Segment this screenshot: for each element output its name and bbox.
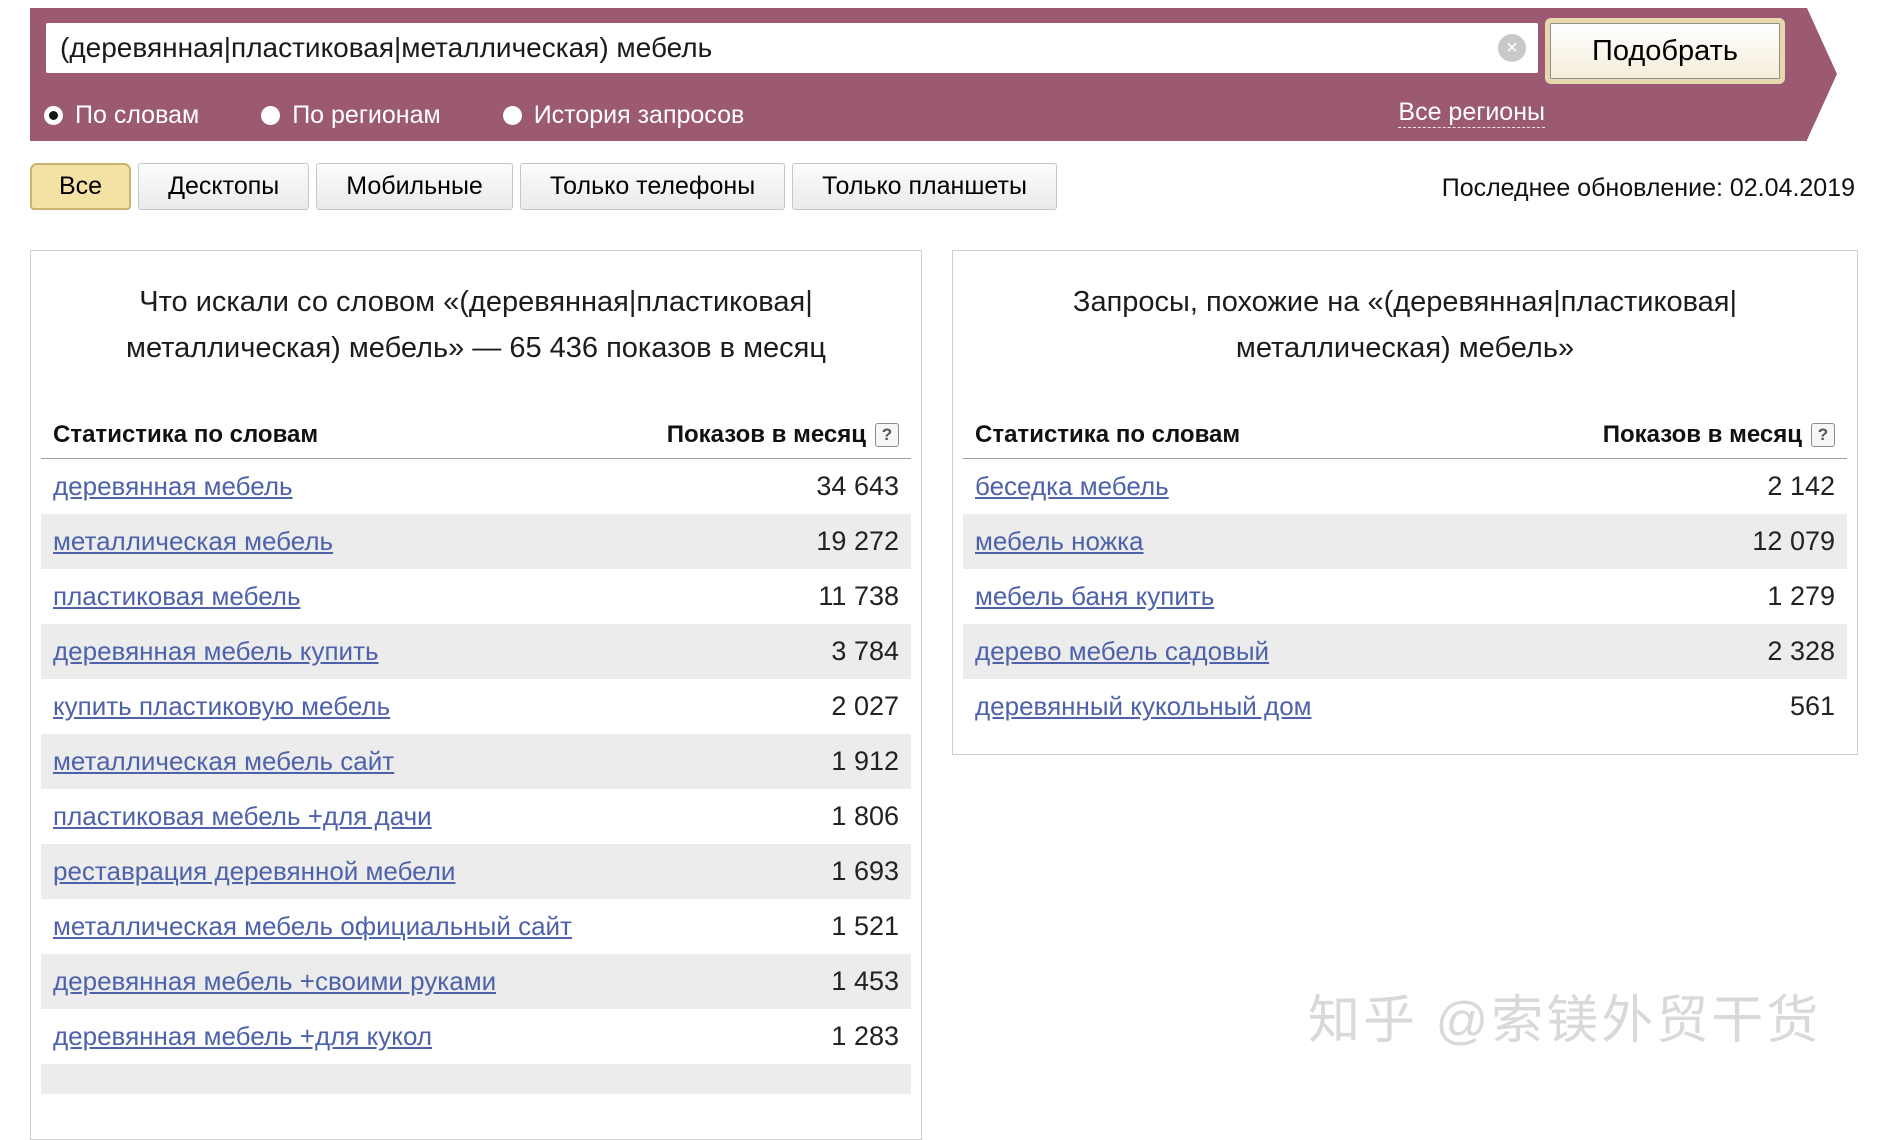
right-panel-title: Запросы, похожие на «(деревянная|пластик… <box>953 251 1857 416</box>
impressions-value: 2 328 <box>1767 636 1835 667</box>
left-rows: деревянная мебель 34 643 металлическая меб… <box>31 459 921 1064</box>
device-tab[interactable]: Десктопы <box>138 163 309 210</box>
keyword-link[interactable]: деревянная мебель купить <box>53 636 379 667</box>
panel-similar-queries: Запросы, похожие на «(деревянная|пластик… <box>952 250 1858 755</box>
table-row: деревянная мебель +своими руками 1 453 <box>41 954 911 1009</box>
watermark: 知乎 @索镁外贸干货 <box>1308 978 1821 1053</box>
column-impressions: Показов в месяц ? <box>1603 421 1835 449</box>
impressions-value: 561 <box>1790 691 1835 722</box>
table-row: металлическая мебель сайт 1 912 <box>41 734 911 789</box>
table-row: мебель ножка 12 079 <box>963 514 1847 569</box>
mode-label: По словам <box>75 101 199 130</box>
table-row: пластиковая мебель 11 738 <box>41 569 911 624</box>
table-row-partial <box>41 1064 911 1094</box>
table-row: металлическая мебель официальный сайт 1 5… <box>41 899 911 954</box>
search-input[interactable] <box>46 23 1538 73</box>
impressions-value: 12 079 <box>1752 526 1835 557</box>
impressions-value: 1 453 <box>831 966 899 997</box>
impressions-value: 1 912 <box>831 746 899 777</box>
column-keyword-label: Статистика по словам <box>53 421 318 449</box>
device-tab[interactable]: Все <box>30 163 131 210</box>
table-row: беседка мебель 2 142 <box>963 459 1847 514</box>
radio-selected-icon <box>44 106 63 125</box>
impressions-value: 1 521 <box>831 911 899 942</box>
last-update-label: Последнее обновление: 02.04.2019 <box>1442 174 1855 203</box>
impressions-value: 11 738 <box>818 581 899 612</box>
table-row: пластиковая мебель +для дачи 1 806 <box>41 789 911 844</box>
impressions-value: 1 279 <box>1767 581 1835 612</box>
column-keyword-label: Статистика по словам <box>975 421 1240 449</box>
keyword-link[interactable]: купить пластиковую мебель <box>53 691 390 722</box>
keyword-link[interactable]: деревянная мебель +своими руками <box>53 966 496 997</box>
submit-button[interactable]: Подобрать <box>1545 18 1785 84</box>
mode-by-regions[interactable]: По регионам <box>261 101 441 130</box>
right-rows: беседка мебель2 142мебель ножка12 079меб… <box>953 459 1857 734</box>
table-row: дерево мебель садовый 2 328 <box>963 624 1847 679</box>
impressions-value: 1 806 <box>831 801 899 832</box>
help-icon[interactable]: ? <box>875 423 899 447</box>
keyword-link[interactable]: дерево мебель садовый <box>975 636 1269 667</box>
impressions-value: 3 784 <box>831 636 899 667</box>
right-columns-header: Статистика по словам Показов в месяц ? <box>963 416 1847 459</box>
impressions-value: 2 142 <box>1767 471 1835 502</box>
mode-label: По регионам <box>292 101 441 130</box>
keyword-link[interactable]: деревянная мебель +для кукол <box>53 1021 432 1052</box>
device-tab[interactable]: Только телефоны <box>520 163 785 210</box>
left-panel-title: Что искали со словом «(деревянная|пласти… <box>31 251 921 416</box>
table-row: купить пластиковую мебель 2 027 <box>41 679 911 734</box>
mode-label: История запросов <box>534 101 745 130</box>
search-header-bar: × Подобрать По словам По регионам Истори… <box>30 8 1807 141</box>
help-icon[interactable]: ? <box>1811 423 1835 447</box>
impressions-value: 34 643 <box>816 471 899 502</box>
mode-query-history[interactable]: История запросов <box>503 101 745 130</box>
table-row: реставрация деревянной мебели 1 693 <box>41 844 911 899</box>
impressions-value: 2 027 <box>831 691 899 722</box>
keyword-link[interactable]: реставрация деревянной мебели <box>53 856 455 887</box>
table-row: деревянная мебель +для кукол 1 283 <box>41 1009 911 1064</box>
impressions-value: 19 272 <box>816 526 899 557</box>
device-tab[interactable]: Мобильные <box>316 163 513 210</box>
keyword-link[interactable]: металлическая мебель <box>53 526 333 557</box>
table-row: деревянный кукольный дом 561 <box>963 679 1847 734</box>
keyword-link[interactable]: металлическая мебель сайт <box>53 746 394 777</box>
table-row: деревянная мебель 34 643 <box>41 459 911 514</box>
column-impressions-label: Показов в месяц <box>1603 421 1802 449</box>
keyword-link[interactable]: мебель ножка <box>975 526 1144 557</box>
keyword-link[interactable]: пластиковая мебель <box>53 581 301 612</box>
table-row: деревянная мебель купить 3 784 <box>41 624 911 679</box>
radio-icon <box>503 106 522 125</box>
keyword-link[interactable]: деревянная мебель <box>53 471 293 502</box>
keyword-link[interactable]: мебель баня купить <box>975 581 1214 612</box>
keyword-link[interactable]: беседка мебель <box>975 471 1169 502</box>
column-impressions: Показов в месяц ? <box>667 421 899 449</box>
table-row: мебель баня купить 1 279 <box>963 569 1847 624</box>
clear-icon[interactable]: × <box>1498 34 1526 62</box>
impressions-value: 1 283 <box>831 1021 899 1052</box>
table-row: металлическая мебель 19 272 <box>41 514 911 569</box>
device-tab[interactable]: Только планшеты <box>792 163 1057 210</box>
panel-searched-with-word: Что искали со словом «(деревянная|пласти… <box>30 250 922 1140</box>
header-arrow-decoration <box>1807 8 1837 140</box>
search-mode-switcher: По словам По регионам История запросов <box>44 101 806 130</box>
mode-by-words[interactable]: По словам <box>44 101 199 130</box>
all-regions-link[interactable]: Все регионы <box>1398 98 1545 128</box>
keyword-link[interactable]: деревянный кукольный дом <box>975 691 1312 722</box>
keyword-link[interactable]: металлическая мебель официальный сайт <box>53 911 572 942</box>
left-columns-header: Статистика по словам Показов в месяц ? <box>41 416 911 459</box>
radio-icon <box>261 106 280 125</box>
column-impressions-label: Показов в месяц <box>667 421 866 449</box>
impressions-value: 1 693 <box>831 856 899 887</box>
search-input-wrap: × <box>46 23 1538 73</box>
device-tabs: ВсеДесктопыМобильныеТолько телефоныТольк… <box>30 163 1057 210</box>
keyword-link[interactable]: пластиковая мебель +для дачи <box>53 801 432 832</box>
